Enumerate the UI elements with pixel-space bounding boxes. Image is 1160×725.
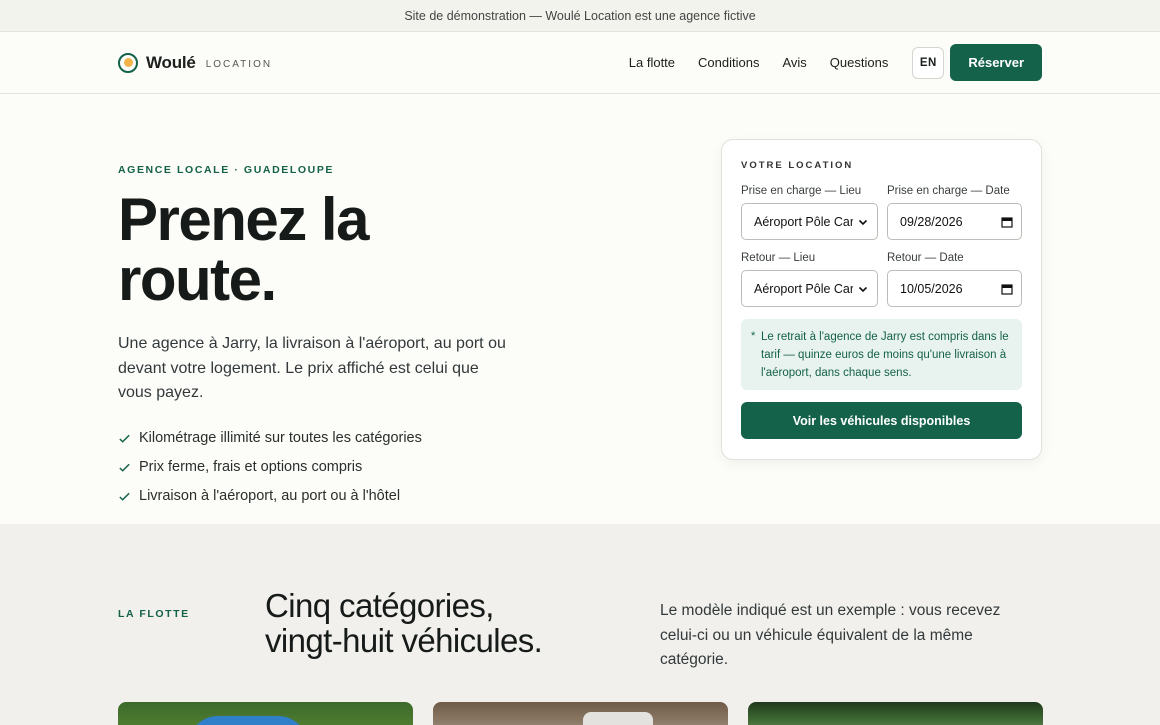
pickup-date-value: 09/28/2026 xyxy=(900,214,963,229)
chevron-down-icon xyxy=(858,286,868,292)
vehicle-card-image[interactable] xyxy=(433,702,728,725)
vehicle-card-image[interactable] xyxy=(748,702,1043,725)
hero-eyebrow: AGENCE LOCALE · GUADELOUPE xyxy=(118,164,335,176)
fleet-eyebrow: LA FLOTTE xyxy=(118,608,190,620)
feature-text: Kilométrage illimité sur toutes les caté… xyxy=(139,430,422,446)
hero-title: Prenez la route. xyxy=(118,186,369,313)
booking-card-title: VOTRE LOCATION xyxy=(741,160,854,171)
fleet-title-line2: vingt-huit véhicules. xyxy=(265,622,543,659)
check-icon xyxy=(119,434,130,443)
logo-mark-icon xyxy=(118,52,138,73)
brand-name: Woulé xyxy=(146,52,196,72)
nav-link-fleet[interactable]: La flotte xyxy=(629,55,675,70)
pickup-location-value: Aéroport Pôle Caraïbes xyxy=(754,214,853,229)
calendar-icon[interactable] xyxy=(1001,216,1013,228)
pickup-date-label: Prise en charge — Date xyxy=(887,185,1010,197)
check-icon xyxy=(119,463,130,472)
nav-link-conditions[interactable]: Conditions xyxy=(698,55,759,70)
site-header: Woulé LOCATION La flotte Conditions Avis… xyxy=(0,32,1160,94)
feature-item: Kilométrage illimité sur toutes les caté… xyxy=(118,424,538,453)
chevron-down-icon xyxy=(858,219,868,225)
pickup-location-label: Prise en charge — Lieu xyxy=(741,185,862,197)
check-icon xyxy=(119,492,130,501)
pickup-date-input[interactable]: 09/28/2026 xyxy=(887,203,1022,240)
pickup-info-note: * Le retrait à l'agence de Jarry est com… xyxy=(741,319,1022,390)
note-marker: * xyxy=(751,330,756,342)
fleet-section: LA FLOTTE Cinq catégories, vingt-huit vé… xyxy=(0,524,1160,725)
fleet-description: Le modèle indiqué est un exemple : vous … xyxy=(660,602,1001,668)
feature-item: Prix ferme, frais et options compris xyxy=(118,453,538,482)
vehicle-card-image[interactable] xyxy=(118,702,413,725)
return-date-label: Retour — Date xyxy=(887,252,964,264)
return-location-field: Retour — Lieu Aéroport Pôle Caraïbes xyxy=(741,252,878,307)
calendar-icon[interactable] xyxy=(1001,283,1013,295)
feature-text: Prix ferme, frais et options compris xyxy=(139,459,363,475)
pickup-location-select[interactable]: Aéroport Pôle Caraïbes xyxy=(741,203,878,240)
return-date-field: Retour — Date 10/05/2026 xyxy=(887,252,1022,307)
booking-card: VOTRE LOCATION Prise en charge — Lieu Aé… xyxy=(721,139,1042,460)
fleet-title-line1: Cinq catégories, xyxy=(265,587,494,624)
return-date-value: 10/05/2026 xyxy=(900,281,963,296)
logo[interactable]: Woulé LOCATION xyxy=(118,52,273,73)
feature-text: Livraison à l'aéroport, au port ou à l'h… xyxy=(139,488,401,504)
fleet-title: Cinq catégories, vingt-huit véhicules. xyxy=(265,587,543,659)
pickup-location-field: Prise en charge — Lieu Aéroport Pôle Car… xyxy=(741,185,878,240)
feature-list: Kilométrage illimité sur toutes les caté… xyxy=(118,424,538,511)
hero-description: Une agence à Jarry, la livraison à l'aér… xyxy=(118,335,506,401)
return-location-select[interactable]: Aéroport Pôle Caraïbes xyxy=(741,270,878,307)
hero-section: AGENCE LOCALE · GUADELOUPE Prenez la rou… xyxy=(0,94,1160,725)
pickup-date-field: Prise en charge — Date 09/28/2026 xyxy=(887,185,1022,240)
main-nav: La flotte Conditions Avis Questions xyxy=(629,55,889,70)
language-switch-button[interactable]: EN xyxy=(912,46,945,79)
return-location-value: Aéroport Pôle Caraïbes xyxy=(754,281,853,296)
feature-item: Livraison à l'aéroport, au port ou à l'h… xyxy=(118,482,538,511)
view-vehicles-button[interactable]: Voir les véhicules disponibles xyxy=(741,402,1022,439)
return-location-label: Retour — Lieu xyxy=(741,252,816,264)
brand-subtitle: LOCATION xyxy=(205,58,273,70)
nav-link-reviews[interactable]: Avis xyxy=(782,55,806,70)
demo-banner: Site de démonstration — Woulé Location e… xyxy=(0,0,1160,32)
demo-banner-text: Site de démonstration — Woulé Location e… xyxy=(404,8,756,23)
nav-link-questions[interactable]: Questions xyxy=(830,55,889,70)
reserve-button[interactable]: Réserver xyxy=(950,44,1042,81)
return-date-input[interactable]: 10/05/2026 xyxy=(887,270,1022,307)
note-text: Le retrait à l'agence de Jarry est compr… xyxy=(761,331,1009,379)
